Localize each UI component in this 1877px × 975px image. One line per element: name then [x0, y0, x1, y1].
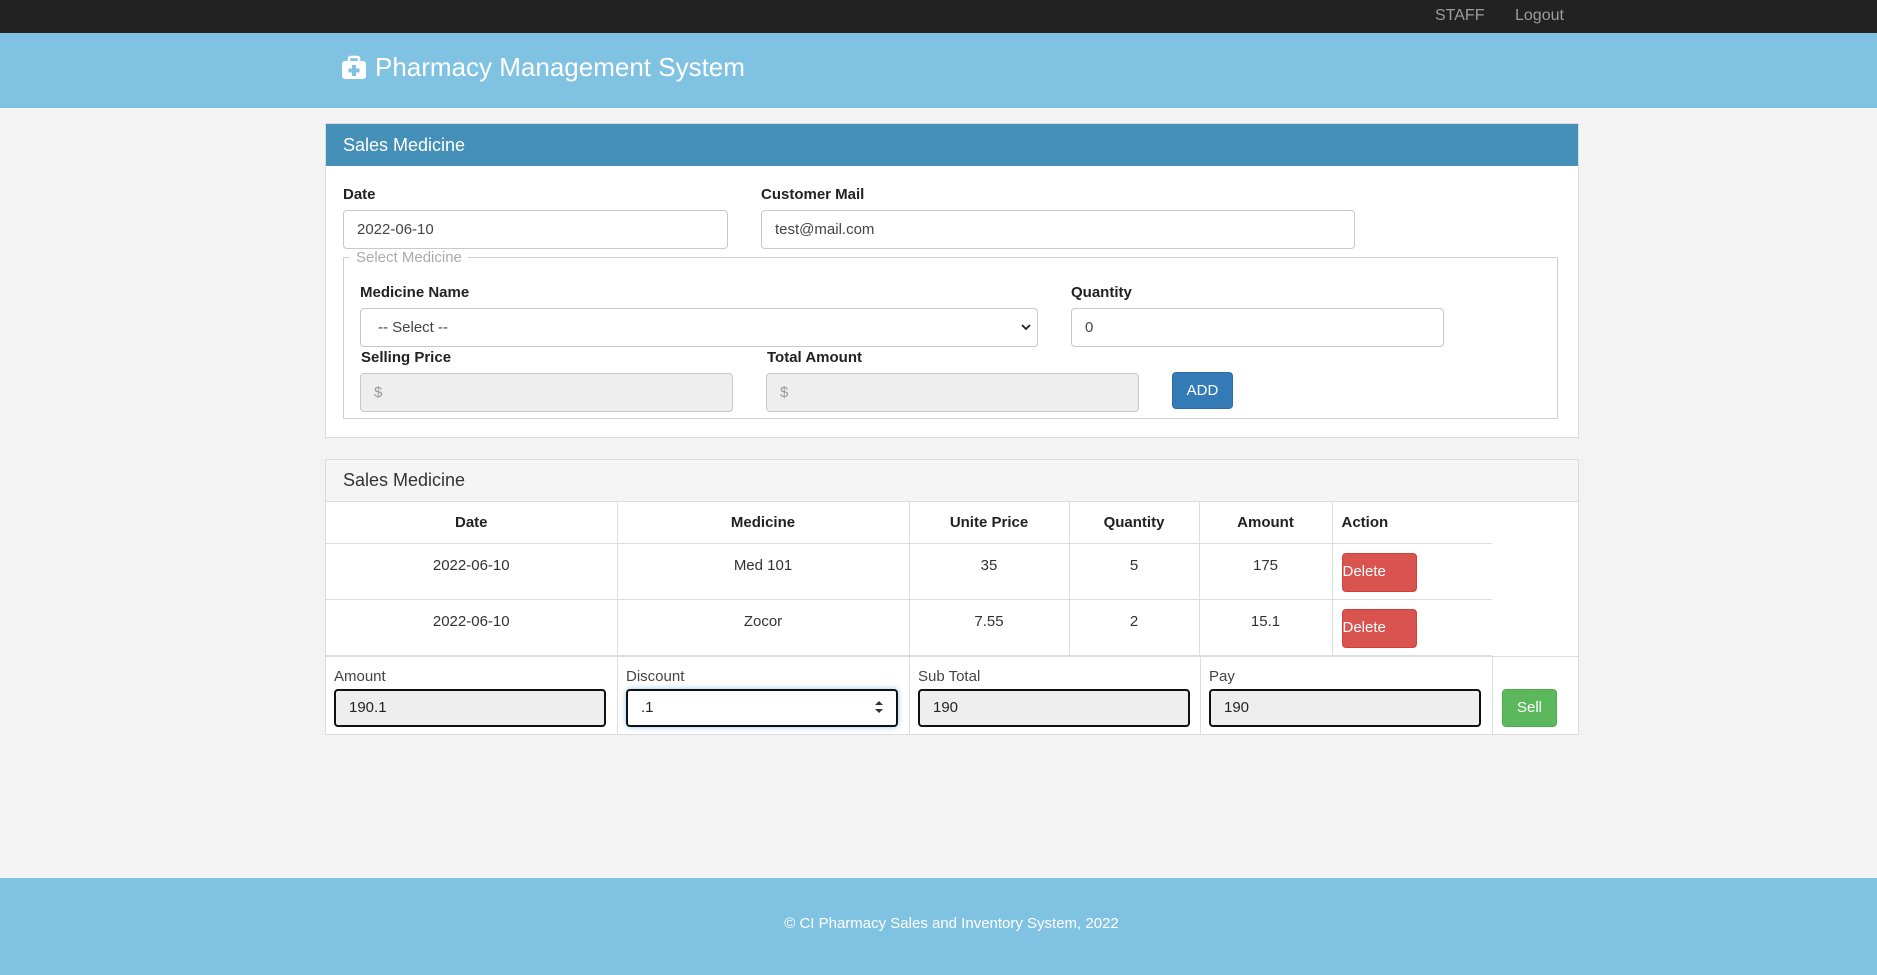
total-amount-label: Total Amount [767, 349, 862, 366]
select-medicine-legend: Select Medicine [350, 249, 468, 266]
sales-list-panel-header: Sales Medicine [326, 460, 1578, 502]
sell-cell: Sell [1493, 657, 1578, 734]
discount-input[interactable]: .1 [626, 689, 898, 727]
selling-price-label: Selling Price [361, 349, 452, 366]
cell-amount: 15.1 [1199, 599, 1333, 656]
cell-unit-price: 35 [909, 543, 1070, 600]
customer-mail-label: Customer Mail [761, 186, 865, 203]
customer-mail-input[interactable]: test@mail.com [761, 210, 1355, 249]
top-navbar: STAFF Logout [0, 0, 1877, 33]
pay-cell: Pay 190 [1201, 657, 1493, 734]
selling-price-input[interactable]: $ [360, 373, 733, 412]
nav-logout-link[interactable]: Logout [1515, 7, 1564, 25]
quantity-input[interactable]: 0 [1071, 308, 1444, 347]
sales-form-panel: Sales Medicine Date 2022-06-10 Customer … [325, 123, 1579, 438]
cell-date: 2022-06-10 [326, 599, 618, 656]
add-button[interactable]: ADD [1172, 372, 1233, 409]
cell-medicine: Zocor [617, 599, 910, 656]
amount-cell: Amount 190.1 [326, 657, 618, 734]
column-header-date: Date [326, 502, 618, 544]
sell-button[interactable]: Sell [1502, 689, 1557, 727]
cell-quantity: 2 [1069, 599, 1200, 656]
nav-staff-link[interactable]: STAFF [1435, 7, 1484, 25]
footer-copyright: © CI Pharmacy Sales and Inventory System… [784, 915, 1119, 932]
column-header-action: Action [1332, 502, 1492, 544]
panel-title: Sales Medicine [343, 135, 466, 155]
cell-unit-price: 7.55 [909, 599, 1070, 656]
medicine-name-label: Medicine Name [360, 284, 470, 301]
amount-input[interactable]: 190.1 [334, 689, 606, 727]
column-header-medicine: Medicine [617, 502, 910, 544]
medicine-name-select[interactable]: -- Select -- [360, 308, 1038, 347]
cell-medicine: Med 101 [617, 543, 910, 600]
chevron-down-icon [1021, 324, 1031, 331]
brand-title: Pharmacy Management System [375, 52, 745, 82]
pay-label: Pay [1209, 668, 1235, 685]
delete-button[interactable]: Delete [1341, 608, 1417, 648]
sub-total-cell: Sub Total 190 [910, 657, 1201, 734]
brand[interactable]: Pharmacy Management System [341, 52, 745, 83]
sub-total-input[interactable]: 190 [918, 689, 1190, 727]
column-header-unit-price: Unite Price [909, 502, 1070, 544]
discount-label: Discount [626, 668, 685, 685]
cell-action: Delete [1332, 599, 1492, 656]
brand-header: Pharmacy Management System [0, 33, 1877, 108]
delete-button[interactable]: Delete [1341, 552, 1417, 592]
sales-form-panel-header: Sales Medicine [326, 124, 1578, 166]
medkit-icon [342, 55, 366, 79]
footer: © CI Pharmacy Sales and Inventory System… [0, 878, 1877, 975]
amount-label: Amount [334, 668, 386, 685]
discount-cell: Discount .1 [618, 657, 910, 734]
table-row: 2022-06-10 Zocor 7.55 2 15.1 Delete [326, 599, 1492, 656]
table-header-row: Date Medicine Unite Price Quantity Amoun… [326, 502, 1492, 544]
pay-input[interactable]: 190 [1209, 689, 1481, 727]
sales-table: Date Medicine Unite Price Quantity Amoun… [326, 502, 1492, 656]
cell-action: Delete [1332, 543, 1492, 600]
sub-total-label: Sub Total [918, 668, 981, 685]
column-header-amount: Amount [1199, 502, 1333, 544]
sales-list-panel: Sales Medicine Date Medicine Unite Price… [325, 459, 1579, 735]
discount-value: .1 [641, 699, 654, 716]
table-row: 2022-06-10 Med 101 35 5 175 Delete [326, 543, 1492, 600]
panel-title: Sales Medicine [343, 470, 466, 490]
spinner-icon[interactable] [874, 699, 884, 715]
quantity-label: Quantity [1071, 284, 1132, 301]
date-input[interactable]: 2022-06-10 [343, 210, 728, 249]
cell-date: 2022-06-10 [326, 543, 618, 600]
cell-amount: 175 [1199, 543, 1333, 600]
total-amount-input[interactable]: $ [766, 373, 1139, 412]
medicine-name-selected: -- Select -- [378, 319, 449, 336]
cell-quantity: 5 [1069, 543, 1200, 600]
date-label: Date [343, 186, 376, 203]
totals-row: Amount 190.1 Discount .1 Sub Total 190 P… [326, 656, 1578, 734]
column-header-quantity: Quantity [1069, 502, 1200, 544]
